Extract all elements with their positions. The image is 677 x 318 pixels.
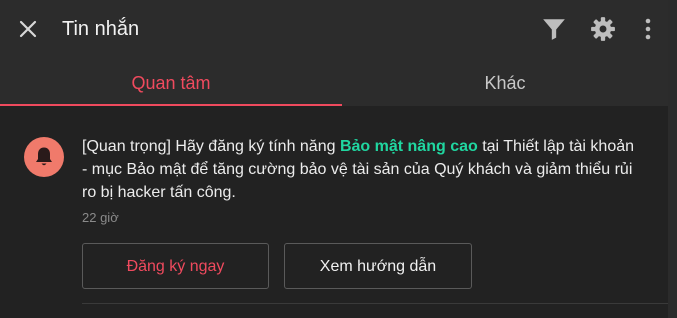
notification-panel: Tin nhắn Quan tâm Khác [Quan trọng] Hãy … (0, 0, 668, 318)
panel-header: Tin nhắn Quan tâm Khác (0, 0, 668, 106)
view-guide-button[interactable]: Xem hướng dẫn (284, 243, 472, 289)
notification-message: [Quan trọng] Hãy đăng ký tính năng Bảo m… (82, 135, 642, 204)
bell-icon (36, 147, 52, 166)
notification-timestamp: 22 giờ (82, 210, 119, 225)
notification-avatar (24, 137, 64, 177)
notification-item[interactable]: [Quan trọng] Hãy đăng ký tính năng Bảo m… (0, 106, 668, 318)
close-icon[interactable] (16, 17, 40, 41)
register-now-button[interactable]: Đăng ký ngay (82, 243, 269, 289)
more-vertical-icon[interactable] (641, 16, 655, 42)
scrollbar[interactable] (668, 0, 677, 318)
page-title: Tin nhắn (62, 18, 140, 40)
filter-icon[interactable] (541, 16, 567, 42)
divider (82, 303, 668, 304)
message-text-prefix: [Quan trọng] Hãy đăng ký tính năng (82, 138, 340, 155)
gear-icon[interactable] (590, 16, 616, 42)
tab-khac[interactable]: Khác (342, 60, 668, 106)
tab-quan-tam[interactable]: Quan tâm (0, 60, 342, 106)
message-highlight: Bảo mật nâng cao (339, 138, 478, 155)
